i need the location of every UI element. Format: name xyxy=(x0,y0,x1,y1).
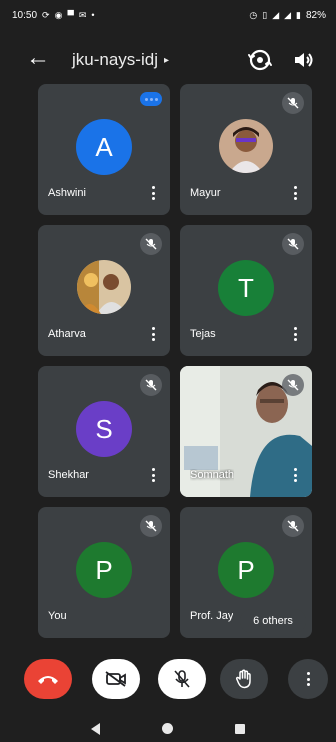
participant-tile-video[interactable]: Somnath xyxy=(180,366,312,497)
avatar: P xyxy=(218,542,274,598)
participant-name: Prof. Jay xyxy=(190,610,234,622)
avatar-initial: A xyxy=(95,131,113,162)
vibrate-icon: ▯ xyxy=(262,9,268,20)
speaker-icon[interactable] xyxy=(292,48,316,72)
wifi-icon: ◢ xyxy=(272,9,280,20)
more-vert-icon[interactable] xyxy=(148,183,158,203)
avatar-initial: T xyxy=(238,272,254,303)
mail-icon: ✉ xyxy=(78,9,87,20)
alarm-icon: ◷ xyxy=(249,9,258,20)
more-vert-icon[interactable] xyxy=(290,465,300,485)
mic-off-icon xyxy=(282,515,304,537)
nav-back-icon[interactable] xyxy=(91,722,100,735)
more-vert-icon xyxy=(303,669,313,689)
more-options-button[interactable] xyxy=(288,659,328,699)
participant-tile[interactable]: P You xyxy=(38,507,170,638)
switch-camera-icon[interactable] xyxy=(246,46,274,74)
avatar-initial: P xyxy=(237,554,255,585)
participant-name: Ashwini xyxy=(48,187,86,199)
call-header: ← jku-nays-idj ▸ xyxy=(0,38,336,82)
avatar: T xyxy=(218,260,274,316)
participant-tile[interactable]: Mayur xyxy=(180,84,312,215)
system-nav-bar xyxy=(0,715,336,742)
participant-tile[interactable]: A Ashwini xyxy=(38,84,170,215)
status-right: ◷ ▯ ◢ ◢ ▮ 82% xyxy=(249,10,326,21)
participant-name: Shekhar xyxy=(48,469,89,481)
avatar: P xyxy=(76,542,132,598)
notification-dot-icon: • xyxy=(91,9,95,20)
avatar-initial: S xyxy=(95,413,113,444)
others-button[interactable]: 6 others xyxy=(240,609,306,633)
circle-icon: ◉ xyxy=(54,9,63,20)
more-vert-icon[interactable] xyxy=(148,324,158,344)
mic-off-icon xyxy=(174,670,190,688)
raise-hand-button[interactable] xyxy=(220,659,268,699)
battery-icon: ▮ xyxy=(296,9,301,20)
avatar: A xyxy=(76,119,132,175)
avatar-initial: P xyxy=(95,554,113,585)
participant-name: Somnath xyxy=(190,469,235,481)
mic-toggle-button[interactable] xyxy=(158,659,206,699)
status-time: 10:50 xyxy=(12,9,38,21)
sync-icon: ⟳ xyxy=(42,9,50,20)
phone-hangup-icon xyxy=(38,676,58,684)
message-icon: ▀ xyxy=(67,9,74,20)
participant-tile[interactable]: T Tejas xyxy=(180,225,312,356)
avatar: S xyxy=(76,401,132,457)
camera-toggle-button[interactable] xyxy=(92,659,140,699)
more-vert-icon[interactable] xyxy=(290,183,300,203)
meeting-code: jku-nays-idj xyxy=(72,50,158,69)
more-vert-icon[interactable] xyxy=(290,324,300,344)
participant-name: Atharva xyxy=(48,328,86,340)
avatar-photo xyxy=(77,260,131,314)
video-off-icon xyxy=(105,671,126,687)
participant-name: Mayur xyxy=(190,187,221,199)
more-vert-icon[interactable] xyxy=(148,465,158,485)
mic-off-icon xyxy=(282,233,304,255)
battery-percent: 82% xyxy=(305,9,326,21)
mic-off-icon xyxy=(140,515,162,537)
nav-home-icon[interactable] xyxy=(162,723,173,734)
status-bar: 10:50 ⟳ ◉ ▀ ✉ • ◷ ▯ ◢ ◢ ▮ 82% xyxy=(0,0,336,30)
nav-recents-icon[interactable] xyxy=(235,723,245,734)
back-arrow-icon[interactable]: ← xyxy=(26,46,50,70)
mic-off-icon xyxy=(140,374,162,396)
mic-off-icon xyxy=(282,92,304,114)
participant-tile[interactable]: S Shekhar xyxy=(38,366,170,497)
avatar-photo xyxy=(219,119,273,173)
hand-icon xyxy=(235,669,251,689)
call-controls xyxy=(0,650,336,710)
mic-off-icon xyxy=(282,374,304,396)
status-left: 10:50 ⟳ ◉ ▀ ✉ • xyxy=(12,10,95,21)
meeting-title[interactable]: jku-nays-idj ▸ xyxy=(72,50,169,70)
participant-name: You xyxy=(48,610,67,622)
participant-name: Tejas xyxy=(190,328,216,340)
signal-icon: ◢ xyxy=(284,9,292,20)
participant-tile[interactable]: Atharva xyxy=(38,225,170,356)
speaking-indicator-icon xyxy=(140,92,162,106)
end-call-button[interactable] xyxy=(24,659,72,699)
mic-off-icon xyxy=(140,233,162,255)
chevron-right-icon: ▸ xyxy=(163,55,170,66)
